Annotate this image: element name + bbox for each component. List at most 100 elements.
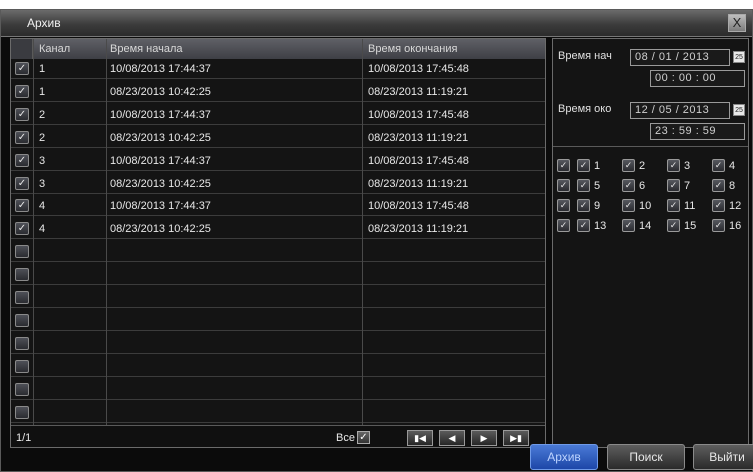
table-row[interactable] [11, 311, 545, 331]
channel-checkbox[interactable]: ✓ [577, 179, 590, 192]
channel-checkbox[interactable]: ✓ [622, 179, 635, 192]
start-date-field[interactable]: 08 / 01 / 2013 [630, 49, 730, 66]
row-checkbox[interactable] [15, 405, 29, 419]
channel-number: 8 [729, 180, 736, 192]
row-checkbox[interactable] [15, 268, 29, 282]
channel-number: 11 [684, 200, 696, 212]
last-page-icon[interactable]: ▶▮ [503, 430, 529, 446]
row-channel: 4 [39, 200, 46, 213]
search-button[interactable]: Поиск [607, 444, 685, 470]
time-range-box: Время нач 08 / 01 / 2013 25 00 : 00 : 00… [553, 39, 748, 147]
channel-checkbox[interactable]: ✓ [622, 159, 635, 172]
table-row[interactable] [11, 265, 545, 286]
table-row[interactable]: ✓ 3 10/08/2013 17:44:37 10/08/2013 17:45:48 [11, 151, 545, 171]
row-checkbox[interactable]: ✓ [15, 199, 29, 213]
channel-checkbox[interactable]: ✓ [667, 159, 680, 172]
channel-number: 6 [639, 180, 646, 192]
first-page-icon[interactable]: ▮◀ [407, 430, 433, 446]
window-title: Архив [27, 16, 61, 30]
table-row[interactable]: ✓ 4 10/08/2013 17:44:37 10/08/2013 17:45:48 [11, 196, 545, 217]
channel-number: 2 [639, 160, 646, 172]
channel-checkbox[interactable]: ✓ [577, 219, 590, 232]
row-checkbox[interactable] [15, 359, 29, 373]
row-end-time: 10/08/2013 17:45:48 [368, 154, 469, 167]
channel-checkbox[interactable]: ✓ [667, 179, 680, 192]
channel-checkbox[interactable]: ✓ [712, 179, 725, 192]
channel-number: 5 [594, 180, 601, 192]
row-start-time: 10/08/2013 17:44:37 [110, 63, 211, 75]
row-checkbox[interactable]: ✓ [15, 107, 29, 121]
exit-button[interactable]: Выйти [693, 444, 753, 470]
channel-checkbox[interactable]: ✓ [667, 199, 680, 212]
row-start-time: 10/08/2013 17:44:37 [110, 200, 211, 213]
table-row[interactable] [11, 380, 545, 400]
row-select-checkbox[interactable]: ✓ [557, 199, 570, 212]
channel-checkbox[interactable]: ✓ [712, 219, 725, 232]
table-row[interactable]: ✓ 1 10/08/2013 17:44:37 10/08/2013 17:45:48 [11, 59, 545, 79]
row-select-checkbox[interactable]: ✓ [557, 179, 570, 192]
row-channel: 2 [39, 108, 46, 121]
row-select-checkbox[interactable]: ✓ [557, 159, 570, 172]
row-checkbox[interactable]: ✓ [15, 153, 29, 167]
row-end-time: 08/23/2013 11:19:21 [368, 85, 469, 98]
channel-checkbox[interactable]: ✓ [667, 219, 680, 232]
archive-button[interactable]: Архив [530, 444, 598, 470]
row-end-time: 08/23/2013 11:19:21 [368, 177, 469, 190]
row-checkbox[interactable]: ✓ [15, 84, 29, 98]
table-row[interactable] [11, 242, 545, 263]
channel-number: 3 [684, 160, 691, 172]
row-checkbox[interactable]: ✓ [15, 176, 29, 190]
row-select-checkbox[interactable]: ✓ [557, 219, 570, 232]
channel-checkbox[interactable]: ✓ [577, 159, 590, 172]
channel-number: 10 [639, 200, 652, 212]
calendar-icon[interactable]: 25 [733, 51, 745, 63]
table-row[interactable] [11, 357, 545, 377]
column-divider [106, 39, 107, 425]
table-row[interactable]: ✓ 3 08/23/2013 10:42:25 08/23/2013 11:19:21 [11, 174, 545, 194]
channel-checkbox[interactable]: ✓ [622, 199, 635, 212]
table-row[interactable] [11, 334, 545, 354]
header-start-time: Время начала [110, 43, 183, 55]
table-row[interactable] [11, 403, 545, 423]
channel-number: 1 [594, 160, 601, 172]
end-time-label: Время око [558, 103, 612, 115]
row-checkbox[interactable] [15, 245, 29, 259]
end-date-field[interactable]: 12 / 05 / 2013 [630, 102, 730, 119]
channel-row: ✓ ✓ 5 ✓ 6 ✓ 7 ✓ 8 [553, 177, 748, 195]
table-row[interactable]: ✓ 4 08/23/2013 10:42:25 08/23/2013 11:19:21 [11, 219, 545, 240]
header-channel: Канал [39, 43, 71, 55]
channel-number: 9 [594, 200, 601, 212]
records-table: Канал Время начала Время окончания ✓ 1 10/… [10, 38, 546, 448]
table-row[interactable] [11, 288, 545, 308]
select-all-checkbox[interactable]: ✓ [357, 431, 370, 444]
table-footer: 1/1 Все ✓ ▮◀ ◀ ▶ ▶▮ [11, 425, 545, 447]
table-row[interactable]: ✓ 2 08/23/2013 10:42:25 08/23/2013 11:19:21 [11, 128, 545, 148]
prev-page-icon[interactable]: ◀ [439, 430, 465, 446]
channel-checkbox[interactable]: ✓ [577, 199, 590, 212]
row-channel: 2 [39, 131, 46, 144]
next-page-icon[interactable]: ▶ [471, 430, 497, 446]
row-checkbox[interactable] [15, 382, 29, 396]
channel-checkbox[interactable]: ✓ [622, 219, 635, 232]
select-all-label: Все [336, 432, 355, 444]
table-row[interactable]: ✓ 2 10/08/2013 17:44:37 10/08/2013 17:45:48 [11, 105, 545, 125]
channel-checkbox[interactable]: ✓ [712, 199, 725, 212]
channel-number: 16 [729, 220, 742, 232]
row-checkbox[interactable]: ✓ [15, 130, 29, 144]
close-icon[interactable]: X [728, 14, 746, 32]
table-row[interactable]: ✓ 1 08/23/2013 10:42:25 08/23/2013 11:19:21 [11, 82, 545, 102]
row-checkbox[interactable] [15, 336, 29, 350]
channel-number: 15 [684, 220, 697, 232]
row-checkbox[interactable] [15, 291, 29, 304]
channel-checkbox[interactable]: ✓ [712, 159, 725, 172]
calendar-icon[interactable]: 25 [733, 104, 745, 116]
header-end-time: Время окончания [368, 43, 458, 55]
row-checkbox[interactable]: ✓ [15, 222, 29, 236]
channel-row: ✓ ✓ 1 ✓ 2 ✓ 3 ✓ 4 [553, 157, 748, 175]
row-start-time: 10/08/2013 17:44:37 [110, 154, 211, 167]
start-time-field[interactable]: 00 : 00 : 00 [650, 70, 745, 87]
end-time-field[interactable]: 23 : 59 : 59 [650, 123, 745, 140]
row-checkbox[interactable]: ✓ [15, 62, 29, 75]
row-checkbox[interactable] [15, 313, 29, 327]
row-end-time: 10/08/2013 17:45:48 [368, 63, 469, 75]
